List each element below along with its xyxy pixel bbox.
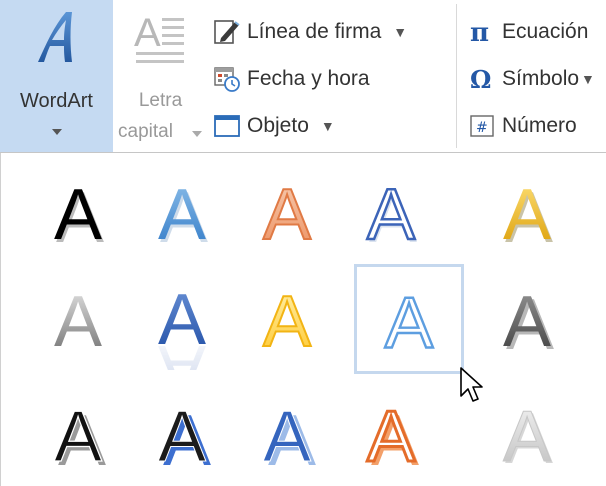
pi-icon: π bbox=[470, 18, 489, 46]
svg-text:#: # bbox=[476, 120, 488, 136]
svg-text:Ω: Ω bbox=[470, 65, 491, 93]
wordart-style-gold-outline[interactable]: A bbox=[237, 270, 337, 370]
object-label: Objeto bbox=[247, 114, 309, 137]
svg-text:A: A bbox=[367, 397, 415, 477]
symbol-label: Símbolo bbox=[502, 67, 580, 90]
svg-text:A: A bbox=[503, 397, 551, 477]
number-icon: # bbox=[470, 115, 494, 137]
wordart-dropdown-caret bbox=[52, 129, 62, 135]
wordart-style-dark-gray-bevel[interactable]: A A bbox=[477, 270, 577, 370]
signature-line-label: Línea de firma bbox=[247, 20, 382, 43]
symbol-dropdown-icon[interactable]: ▼ bbox=[581, 71, 595, 87]
svg-text:A: A bbox=[263, 282, 311, 362]
omega-icon: Ω bbox=[470, 65, 491, 93]
symbol-button[interactable]: Ω Símbolo ▼ bbox=[468, 61, 595, 97]
wordart-style-blue-blue-shadow[interactable]: A A bbox=[237, 385, 337, 485]
svg-text:A: A bbox=[134, 11, 161, 55]
number-button[interactable]: # Número bbox=[468, 108, 577, 144]
mouse-pointer-icon bbox=[460, 367, 483, 402]
date-time-label: Fecha y hora bbox=[247, 67, 370, 90]
equation-button[interactable]: π Ecuación bbox=[468, 14, 588, 50]
svg-text:A: A bbox=[367, 175, 415, 255]
svg-text:A: A bbox=[158, 280, 206, 360]
wordart-icon bbox=[38, 12, 72, 62]
signature-line-button[interactable]: Línea de firma ▼ bbox=[213, 14, 407, 50]
object-icon bbox=[214, 115, 240, 137]
svg-text:A: A bbox=[158, 175, 206, 255]
drop-cap-dropdown-caret bbox=[192, 131, 202, 137]
date-time-button[interactable]: Fecha y hora bbox=[213, 61, 370, 97]
wordart-button[interactable]: WordArt bbox=[0, 0, 113, 152]
drop-cap-label-line2: capital bbox=[118, 121, 173, 142]
wordart-style-black-blue-shadow[interactable]: A A bbox=[132, 385, 232, 485]
object-dropdown-icon[interactable]: ▼ bbox=[321, 118, 335, 134]
ribbon-group-divider bbox=[456, 4, 457, 148]
wordart-style-silver-light[interactable]: A A bbox=[477, 385, 577, 485]
wordart-style-orange-white-outline[interactable]: A A bbox=[341, 385, 441, 485]
number-label: Número bbox=[502, 114, 577, 137]
equation-label: Ecuación bbox=[502, 20, 589, 43]
signature-line-icon bbox=[214, 20, 240, 44]
wordart-style-black-shadow[interactable]: A A bbox=[28, 163, 128, 263]
svg-text:A: A bbox=[54, 397, 102, 477]
wordart-style-gallery: A A A A A A A A A A A A A A A A A A A A … bbox=[0, 153, 606, 486]
date-time-icon bbox=[214, 67, 240, 92]
svg-text:A: A bbox=[263, 175, 311, 255]
svg-text:A: A bbox=[503, 175, 551, 255]
wordart-style-blue-reflection[interactable]: A A bbox=[132, 270, 232, 370]
svg-text:A: A bbox=[158, 397, 206, 477]
wordart-style-black-shadow-outline[interactable]: A A bbox=[28, 385, 128, 485]
wordart-style-light-blue-outline-selected[interactable]: A bbox=[354, 264, 464, 374]
svg-text:π: π bbox=[470, 18, 489, 46]
svg-text:A: A bbox=[54, 282, 102, 362]
insert-text-ribbon: WordArt A Letra capital Línea de firma ▼ bbox=[0, 0, 606, 153]
svg-text:A: A bbox=[263, 397, 311, 477]
wordart-style-blue-gradient[interactable]: A A bbox=[132, 163, 232, 263]
svg-text:A: A bbox=[385, 283, 434, 364]
drop-cap-button[interactable]: A Letra capital bbox=[114, 0, 207, 152]
wordart-style-gray-gradient[interactable]: A bbox=[28, 270, 128, 370]
svg-text:A: A bbox=[503, 282, 551, 362]
svg-text:A: A bbox=[54, 175, 102, 255]
wordart-style-gold-fill[interactable]: A A bbox=[477, 163, 577, 263]
wordart-style-orange-outline[interactable]: A bbox=[237, 163, 337, 263]
drop-cap-icon: A bbox=[134, 11, 184, 63]
object-button[interactable]: Objeto ▼ bbox=[213, 108, 335, 144]
signature-line-dropdown-icon[interactable]: ▼ bbox=[393, 24, 407, 40]
drop-cap-label-line1: Letra bbox=[138, 90, 183, 111]
wordart-style-blue-outline-white[interactable]: A A bbox=[341, 163, 441, 263]
wordart-label: WordArt bbox=[20, 90, 93, 112]
